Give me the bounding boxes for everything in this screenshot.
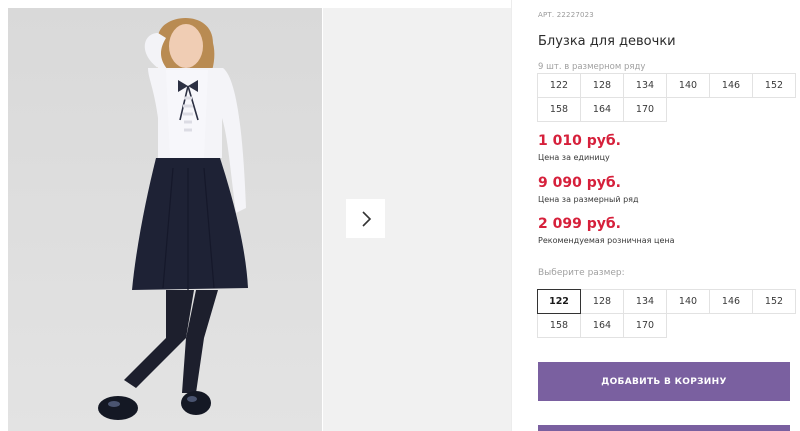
size-option[interactable]: 128	[580, 289, 624, 314]
product-sku: АРТ. 22227023	[538, 11, 594, 19]
size-option[interactable]: 152	[752, 289, 796, 314]
size-option-selected[interactable]: 122	[537, 289, 581, 314]
unit-price: 1 010 руб.	[538, 133, 621, 149]
size-row-cell: 122	[537, 73, 581, 98]
size-row-cell: 152	[752, 73, 796, 98]
product-info: АРТ. 22227023 Блузка для девочки 9 шт. в…	[537, 0, 796, 431]
size-option[interactable]: 164	[580, 313, 624, 338]
gallery-next-button[interactable]	[346, 199, 385, 238]
girl-in-uniform-image	[8, 8, 322, 431]
size-option[interactable]: 146	[709, 289, 753, 314]
size-row-cell: 128	[580, 73, 624, 98]
size-option[interactable]: 140	[666, 289, 710, 314]
size-option[interactable]: 158	[537, 313, 581, 338]
size-row-cell: 164	[580, 97, 624, 122]
add-to-cart-button[interactable]: ДОБАВИТЬ В КОРЗИНУ	[538, 362, 790, 401]
size-row-cell: 134	[623, 73, 667, 98]
size-row-table: 122 128 134 140 146 152 158 164 170	[537, 73, 796, 122]
secondary-action-button[interactable]	[538, 425, 790, 431]
size-row-cell: 170	[623, 97, 667, 122]
size-option[interactable]: 134	[623, 289, 667, 314]
size-option[interactable]: 170	[623, 313, 667, 338]
size-row-price: 9 090 руб.	[538, 175, 621, 191]
size-row-cell: 158	[537, 97, 581, 122]
size-row-cell: 146	[709, 73, 753, 98]
unit-price-caption: Цена за единицу	[538, 153, 610, 162]
size-row-price-caption: Цена за размерный ряд	[538, 195, 639, 204]
product-gallery	[0, 0, 512, 431]
choose-size-label: Выберите размер:	[538, 268, 625, 278]
size-selector: 122 128 134 140 146 152 158 164 170	[537, 289, 796, 338]
size-row-cell: 140	[666, 73, 710, 98]
size-row-caption: 9 шт. в размерном ряду	[538, 62, 646, 72]
product-photo[interactable]	[8, 8, 322, 431]
chevron-right-icon	[361, 210, 371, 227]
gallery-divider	[511, 0, 512, 431]
retail-price: 2 099 руб.	[538, 216, 621, 232]
retail-price-caption: Рекомендуемая розничная цена	[538, 236, 675, 245]
product-title: Блузка для девочки	[538, 34, 676, 49]
